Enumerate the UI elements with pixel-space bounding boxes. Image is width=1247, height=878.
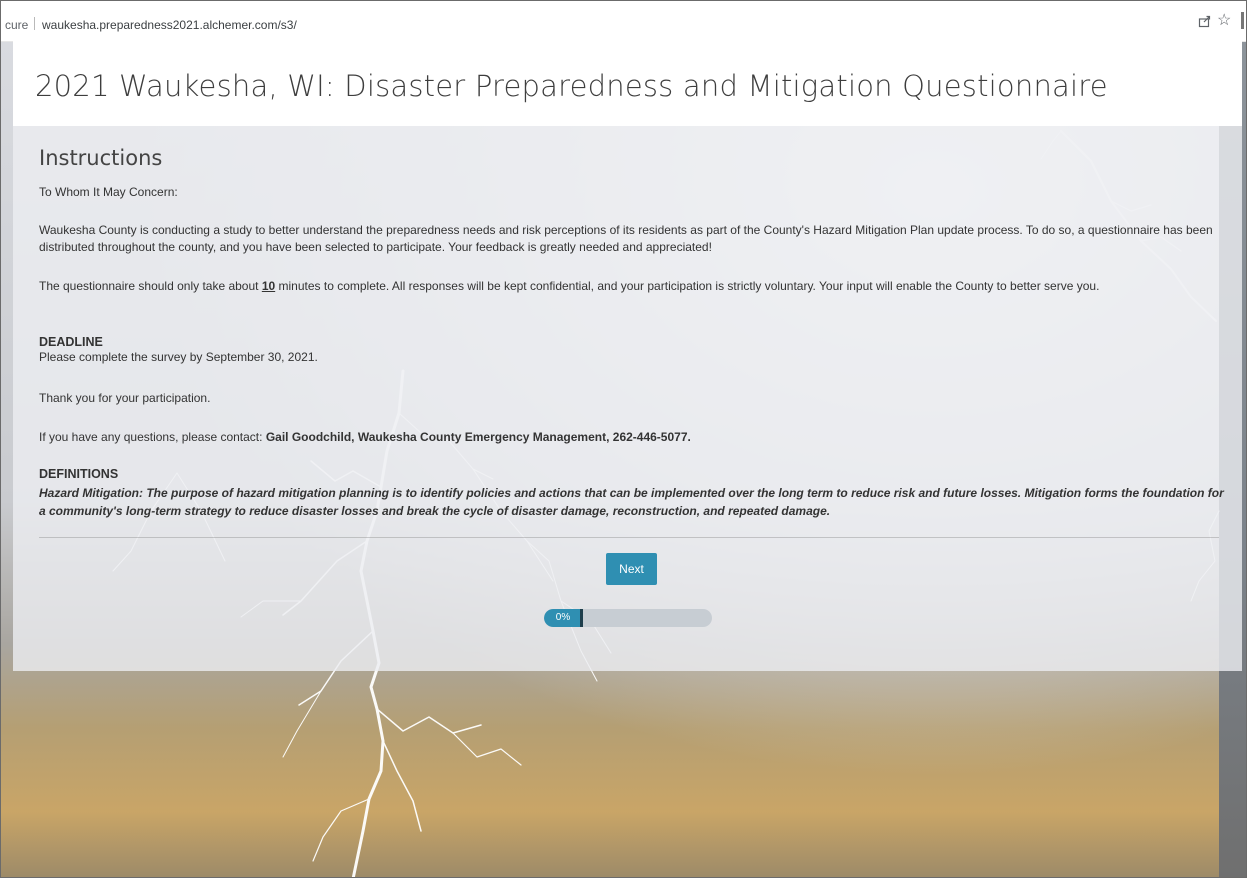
star-icon[interactable]: ☆ <box>1217 13 1231 29</box>
salutation-text: To Whom It May Concern: <box>39 185 178 199</box>
duration-text-end: minutes to complete. All responses will … <box>275 279 1100 293</box>
duration-text-start: The questionnaire should only take about <box>39 279 262 293</box>
contact-details: Gail Goodchild, Waukesha County Emergenc… <box>265 430 691 444</box>
progress-bar: 0% <box>544 609 712 627</box>
contact-text: If you have any questions, please contac… <box>39 429 1224 446</box>
duration-value: 10 <box>261 279 276 293</box>
menu-icon[interactable] <box>1241 12 1244 29</box>
definitions-heading: DEFINITIONS <box>39 467 119 481</box>
address-bar[interactable]: cure waukesha.preparedness2021.alchemer.… <box>1 1 1246 42</box>
section-title: Instructions <box>39 146 163 170</box>
share-icon[interactable] <box>1198 14 1212 31</box>
deadline-text: Please complete the survey by September … <box>39 350 318 364</box>
survey-title: 2021 Waukesha, WI: Disaster Preparedness… <box>35 69 1108 103</box>
section-divider <box>39 537 1219 538</box>
definition-text: Hazard Mitigation: The purpose of hazard… <box>39 486 1224 518</box>
duration-text: The questionnaire should only take about… <box>39 278 1224 295</box>
survey-page: Instructions To Whom It May Concern: Wau… <box>13 126 1242 671</box>
address-separator <box>34 17 35 30</box>
intro-text: Waukesha County is conducting a study to… <box>39 223 1213 254</box>
contact-prefix: If you have any questions, please contac… <box>39 430 266 444</box>
security-indicator[interactable]: cure <box>5 18 28 32</box>
thanks-text: Thank you for your participation. <box>39 391 211 405</box>
url-text[interactable]: waukesha.preparedness2021.alchemer.com/s… <box>42 18 297 32</box>
browser-window: cure waukesha.preparedness2021.alchemer.… <box>0 0 1247 878</box>
next-button[interactable]: Next <box>606 553 657 585</box>
progress-label: 0% <box>555 612 571 623</box>
survey-header: 2021 Waukesha, WI: Disaster Preparedness… <box>13 41 1242 126</box>
